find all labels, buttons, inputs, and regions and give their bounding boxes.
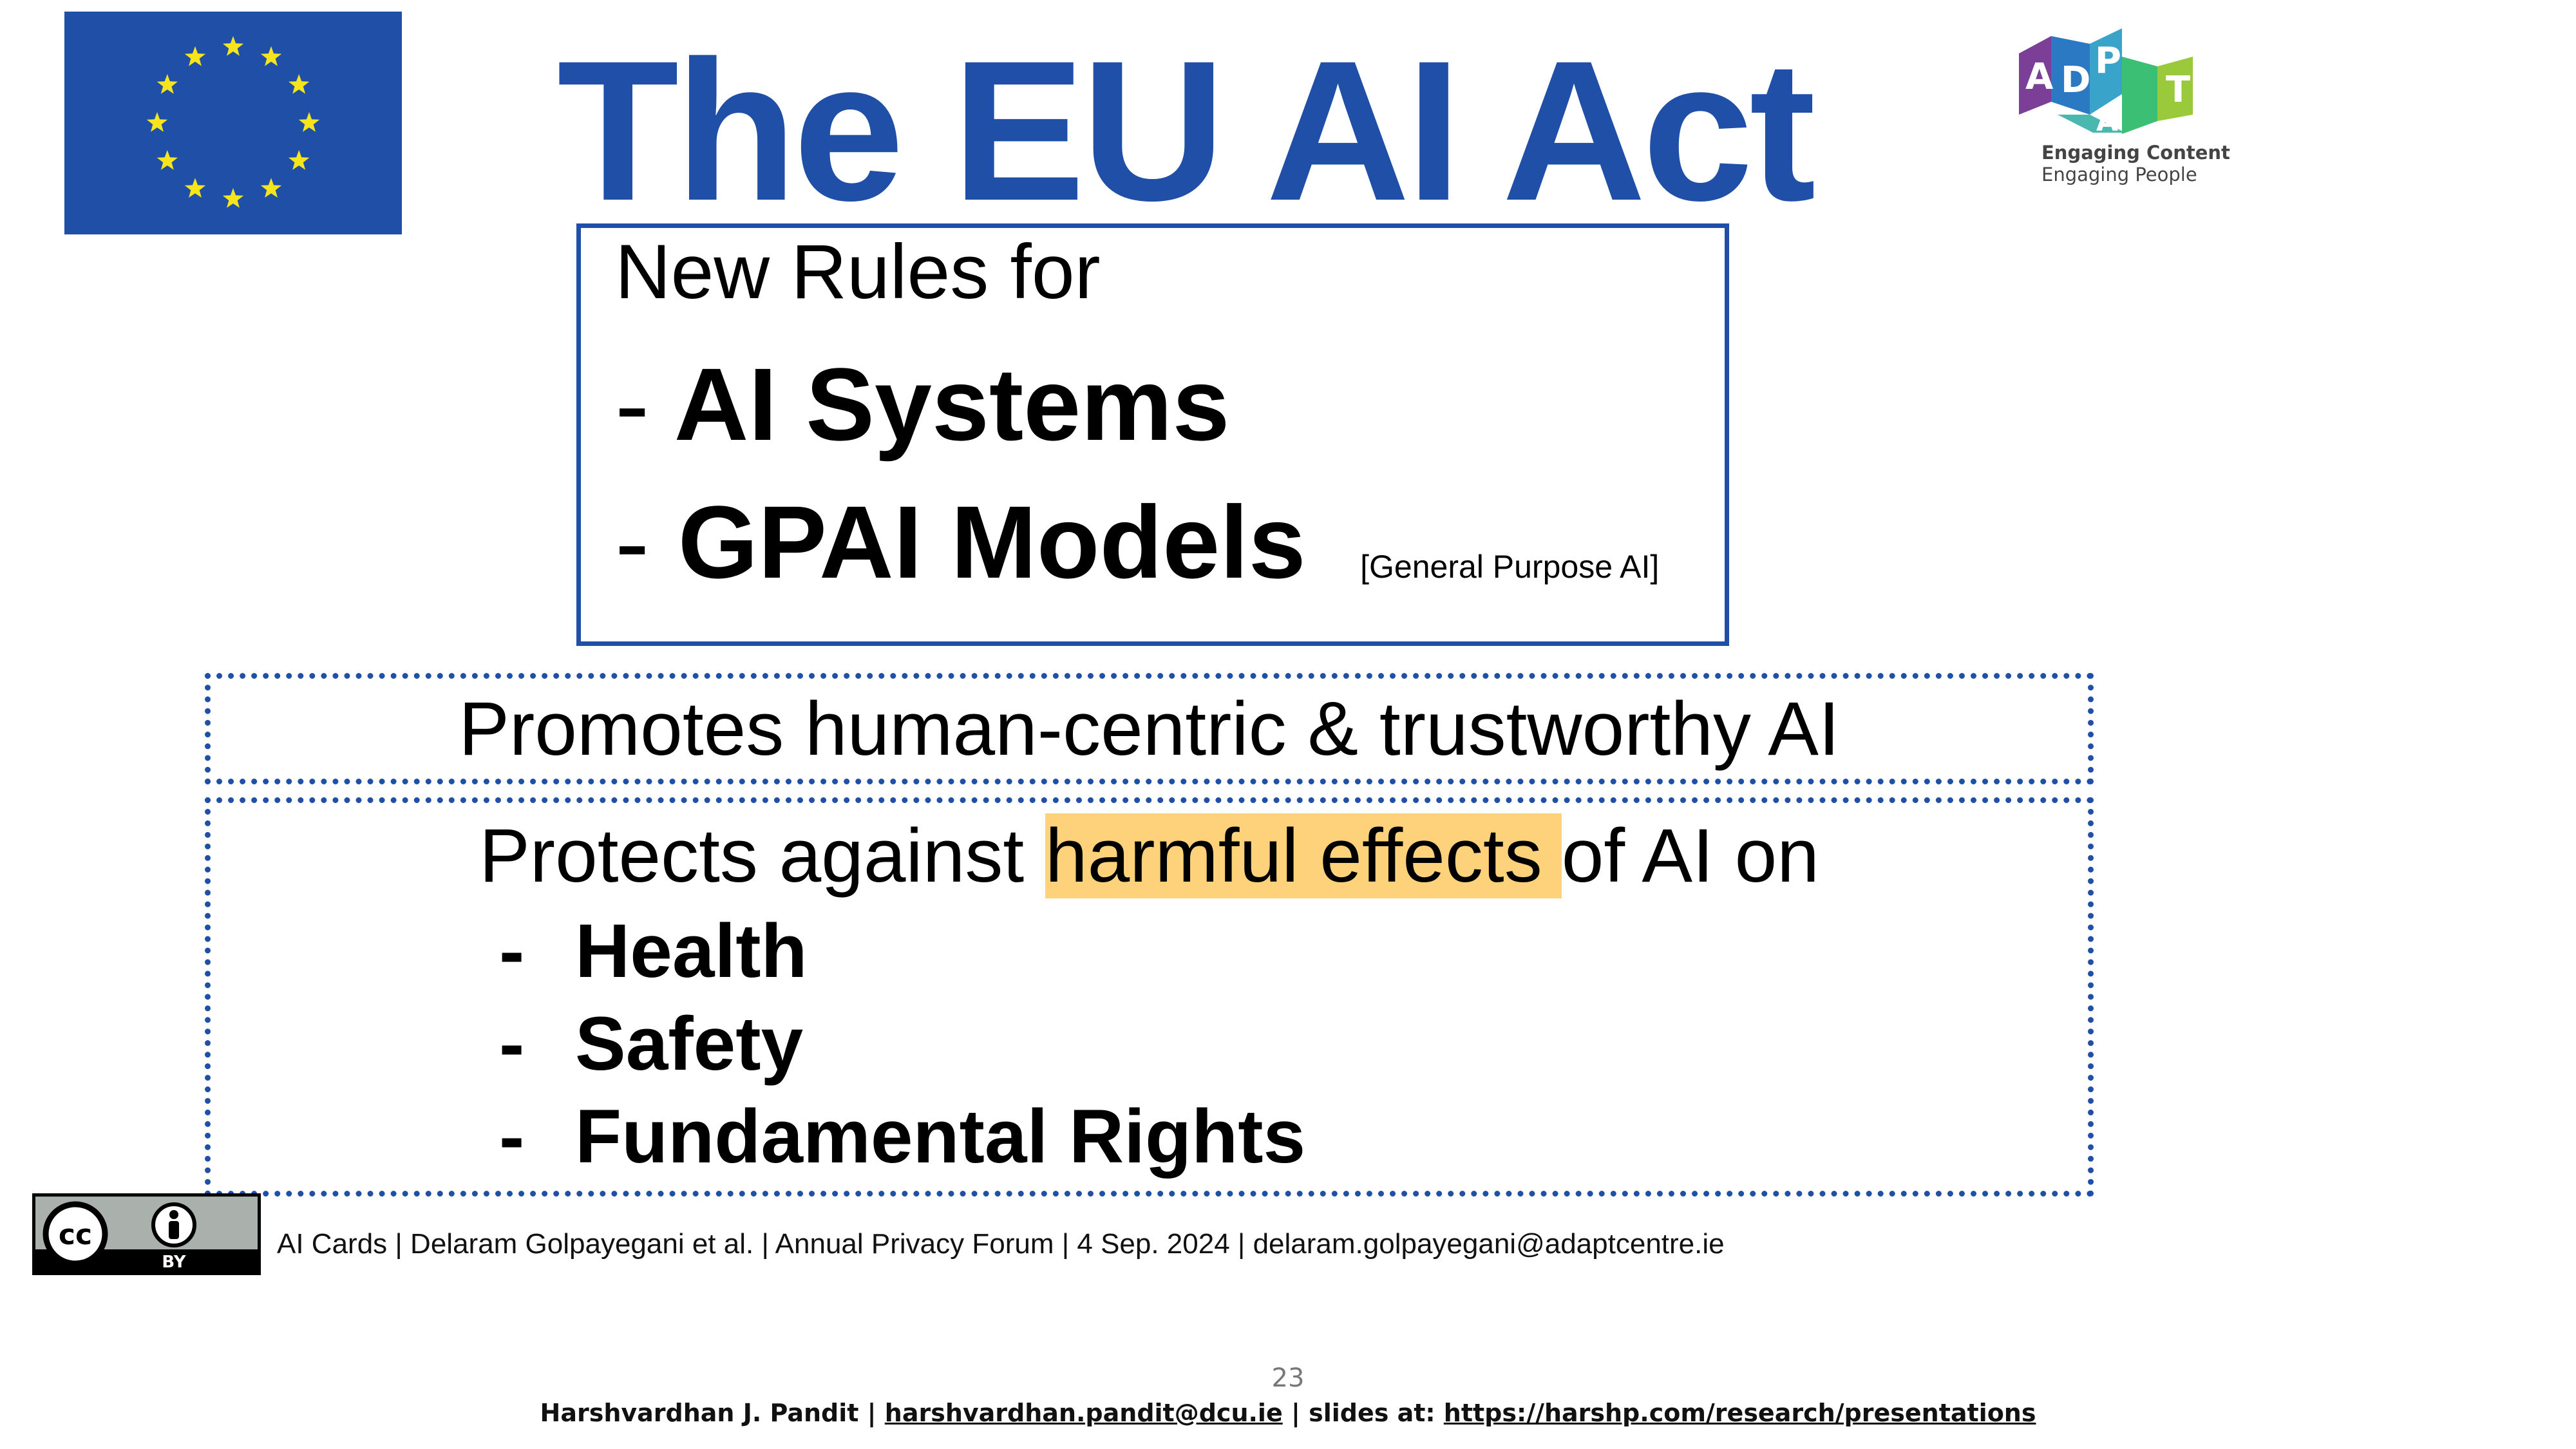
footer-slides-link[interactable]: https://harshp.com/research/presentation…	[1444, 1399, 2036, 1427]
protects-item-label: Safety	[575, 1001, 804, 1086]
cc-by-badge: cc BY	[32, 1193, 261, 1275]
protects-item-fundamental-rights: - Fundamental Rights	[499, 1099, 1305, 1175]
bullet-dash: -	[499, 1001, 525, 1086]
promotes-text: Promotes human-centric & trustworthy AI	[459, 687, 1840, 772]
footer-email-link[interactable]: harshvardhan.pandit@dcu.ie	[885, 1399, 1283, 1427]
citation-text: AI Cards | Delaram Golpayegani et al. | …	[277, 1228, 1725, 1260]
page-number: 23	[1271, 1363, 1305, 1393]
rules-item-ai-systems: - AI Systems	[615, 353, 1229, 456]
protects-item-safety: - Safety	[499, 1006, 803, 1082]
adapt-tagline-secondary: Engaging People	[2041, 164, 2197, 185]
protects-line: Protects against harmful effects of AI on	[205, 813, 2094, 898]
rules-item-gpai-models: - GPAI Models [General Purpose AI]	[615, 491, 1659, 594]
eu-flag-icon	[64, 12, 402, 234]
adapt-letter-p: P	[2095, 40, 2121, 82]
adapt-letter-a2: A	[2096, 105, 2118, 138]
protects-item-label: Health	[575, 909, 808, 994]
protects-prefix: Protects against	[479, 813, 1025, 898]
adapt-letter-a1: A	[2025, 56, 2054, 98]
bullet-dash: -	[615, 346, 650, 462]
bullet-dash: -	[615, 484, 650, 600]
rules-item-note: [General Purpose AI]	[1360, 549, 1660, 585]
adapt-tagline-primary: Engaging Content	[2041, 142, 2230, 164]
protects-suffix: of AI on	[1561, 813, 1819, 898]
license-label: BY	[162, 1253, 186, 1272]
rules-item-label: GPAI Models	[677, 484, 1306, 600]
protects-item-health: - Health	[499, 913, 808, 989]
footer-author: Harshvardhan J. Pandit	[540, 1399, 859, 1427]
footer: Harshvardhan J. Pandit | harshvardhan.pa…	[0, 1399, 2576, 1427]
footer-separator: | slides at:	[1282, 1399, 1444, 1427]
footer-separator: |	[858, 1399, 885, 1427]
adapt-letter-d: D	[2061, 59, 2090, 101]
harmful-effects-highlight: harmful effects	[1045, 813, 1562, 898]
rules-heading: New Rules for	[615, 229, 1101, 315]
bullet-dash: -	[499, 1094, 525, 1179]
svg-text:cc: cc	[59, 1218, 92, 1251]
protects-item-label: Fundamental Rights	[575, 1094, 1306, 1179]
eu-flag-logo	[64, 12, 402, 234]
adapt-letter-t: T	[2166, 69, 2190, 111]
bullet-dash: -	[499, 909, 525, 994]
rules-item-label: AI Systems	[674, 346, 1230, 462]
page-title: The EU AI Act	[557, 19, 1816, 242]
cc-by-icon: cc BY	[35, 1197, 258, 1272]
